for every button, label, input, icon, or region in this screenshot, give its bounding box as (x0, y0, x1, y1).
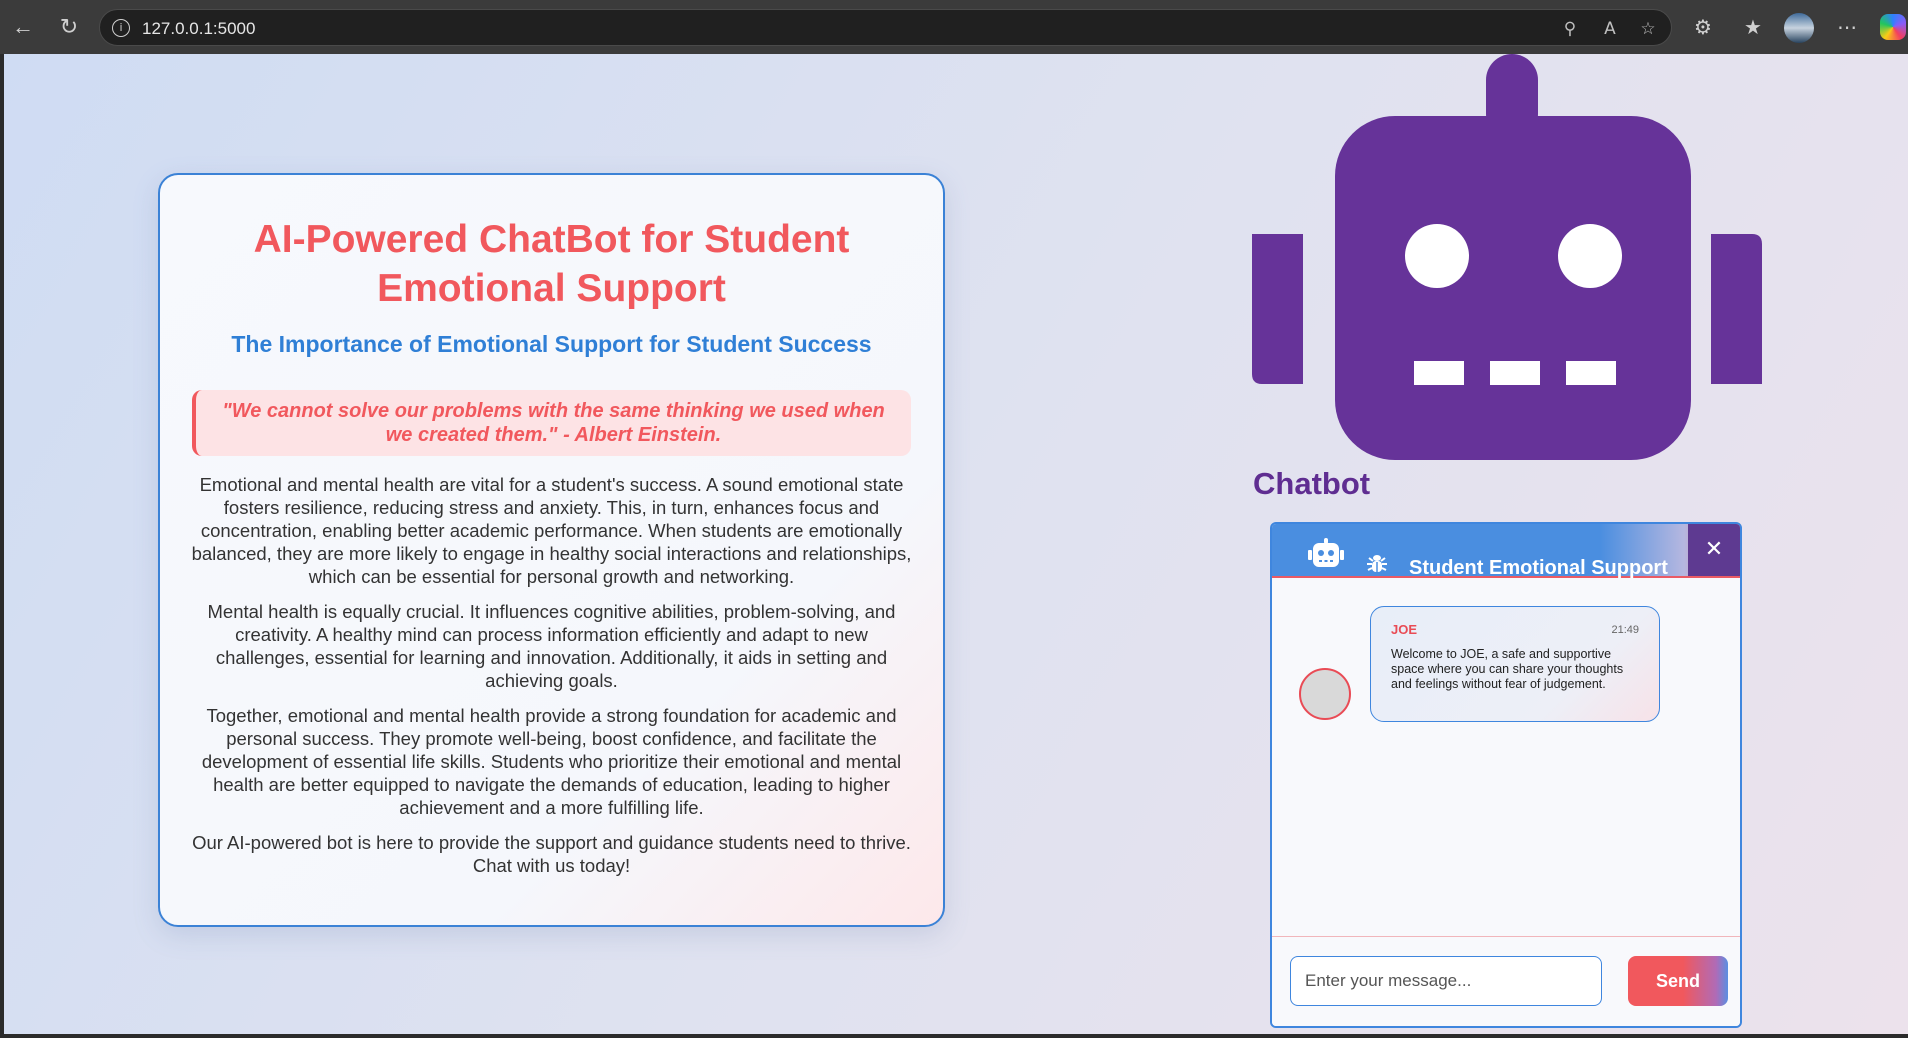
robot-mouth-segment (1414, 361, 1464, 385)
robot-icon (1308, 538, 1344, 567)
address-bar[interactable]: i 127.0.0.1:5000 ⚲ A ☆ (99, 9, 1672, 46)
extensions-icon[interactable]: ⚙ (1688, 12, 1718, 42)
close-button[interactable]: ✕ (1688, 524, 1740, 576)
chat-widget: Student Emotional Support ✕ JOE 21:49 We… (1270, 522, 1742, 1028)
paragraph: Emotional and mental health are vital fo… (191, 474, 912, 587)
robot-left-ear (1252, 234, 1303, 384)
message-input[interactable] (1290, 956, 1602, 1006)
profile-avatar[interactable] (1784, 13, 1814, 43)
chat-header: Student Emotional Support ✕ (1272, 524, 1740, 579)
robot-mouth-segment (1566, 361, 1616, 385)
quote-block: "We cannot solve our problems with the s… (192, 390, 911, 456)
reload-icon[interactable]: ↻ (52, 10, 86, 44)
page-viewport: AI-Powered ChatBot for Student Emotional… (4, 54, 1908, 1034)
chat-title: Student Emotional Support (1409, 557, 1668, 579)
bug-icon (1367, 555, 1387, 572)
bot-avatar (1299, 668, 1351, 720)
message-time: 21:49 (1611, 624, 1639, 636)
message-text: Welcome to JOE, a safe and supportive sp… (1391, 647, 1624, 691)
site-info-icon[interactable]: i (112, 19, 130, 37)
robot-left-eye (1405, 224, 1469, 288)
info-card: AI-Powered ChatBot for Student Emotional… (158, 173, 945, 927)
favorites-icon[interactable]: ★ (1738, 12, 1768, 42)
browser-toolbar: ← ↻ i 127.0.0.1:5000 ⚲ A ☆ ⚙ ★ ⋯ (0, 0, 1908, 54)
window-bottom-edge (0, 1034, 1908, 1038)
chatbot-label: Chatbot (1253, 466, 1371, 501)
robot-right-ear (1711, 234, 1762, 384)
message-bubble: JOE 21:49 Welcome to JOE, a safe and sup… (1370, 606, 1660, 722)
favorite-star-icon[interactable]: ☆ (1636, 17, 1660, 41)
message-sender: JOE (1391, 622, 1418, 637)
paragraph: Our AI-powered bot is here to provide th… (192, 832, 911, 876)
robot-right-eye (1558, 224, 1622, 288)
url-text: 127.0.0.1:5000 (142, 19, 256, 38)
paragraph: Mental health is equally crucial. It inf… (207, 601, 896, 691)
copilot-icon[interactable] (1880, 14, 1906, 40)
paragraph: Together, emotional and mental health pr… (201, 705, 902, 818)
send-button[interactable]: Send (1628, 956, 1728, 1006)
page-subtitle: The Importance of Emotional Support for … (231, 331, 872, 357)
robot-head (1335, 116, 1691, 460)
more-menu-icon[interactable]: ⋯ (1832, 12, 1862, 42)
chat-footer: Send (1272, 936, 1740, 1026)
robot-icon (1252, 54, 1762, 460)
robot-mouth-segment (1490, 361, 1540, 385)
zoom-icon[interactable]: ⚲ (1558, 17, 1582, 41)
back-icon[interactable]: ← (6, 10, 40, 44)
page-title: AI-Powered ChatBot for Student Emotional… (253, 218, 850, 310)
read-aloud-icon[interactable]: A (1598, 17, 1622, 41)
